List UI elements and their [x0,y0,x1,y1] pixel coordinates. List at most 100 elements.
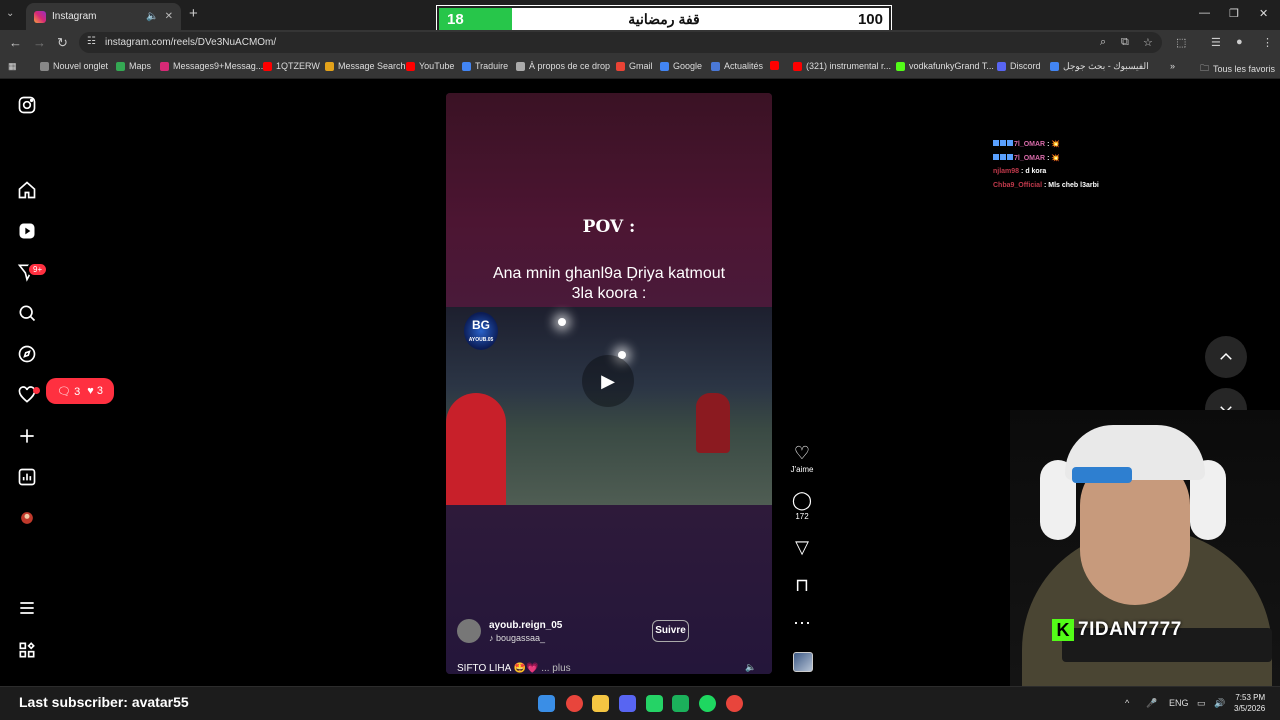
bookmark-item[interactable]: À propos de ce drop [516,61,610,71]
bookmark-item[interactable]: Actualités [711,61,763,71]
reel-author[interactable]: ayoub.reign_05 ♪ bougassaa_ [457,619,562,643]
bookmark-label: Google [673,61,703,71]
chat-app-icon[interactable] [672,695,689,712]
comment-button[interactable]: ◯ 172 [783,490,821,521]
profile-avatar-icon[interactable] [16,508,38,530]
search-icon[interactable] [16,303,38,325]
url-text: instagram.com/reels/DVe3NuACMOm/ [105,37,277,48]
bookmark-item[interactable]: Discord [997,61,1041,71]
file-explorer-icon[interactable] [592,695,609,712]
tab-close-icon[interactable]: ✕ [165,11,173,22]
discord-icon[interactable] [619,695,636,712]
chrome-icon[interactable] [566,695,583,712]
more-menu-icon[interactable] [16,598,38,620]
profile-icon[interactable]: ● [1236,36,1243,48]
caption-line-1: Ana mnin ghanl9a Ḍriya katmout [492,265,726,282]
previous-reel-button[interactable] [1205,336,1247,378]
tab-search-icon[interactable]: ⌄ [6,8,14,19]
bookmark-item[interactable]: YouTube [406,61,454,71]
bookmark-favicon-icon [711,61,720,71]
browser-toolbar: ← → ↻ ☷ instagram.com/reels/DVe3NuACMOm/… [0,30,1280,55]
chat-message: njlam98 : d kora [993,168,1046,175]
more-options-button[interactable]: ⋯ [783,613,821,633]
bookmark-item[interactable]: Gmail [616,61,653,71]
bookmark-item[interactable]: Traduire [462,61,508,71]
reel-caption: Ana mnin ghanl9a Ḍriya katmout 3la koora… [466,264,752,304]
bookmark-favicon-icon [770,61,779,70]
chat-badge-icon [1000,154,1006,160]
more-bookmarks-icon[interactable]: » [1170,61,1175,71]
bookmarks-bar: ▦ Nouvel onglet Maps Messages9+Messag... 1Q… [0,55,1280,79]
spotify-icon[interactable] [699,695,716,712]
dashboard-icon[interactable] [16,467,38,489]
close-window-icon[interactable]: ✕ [1259,7,1268,20]
tab-audio-icon[interactable]: 🔈 [146,11,158,22]
language-indicator[interactable]: ENG [1169,698,1189,708]
description-text: SIFTO LIHA 🤩💗 [457,663,539,674]
bookmark-item[interactable]: vodkafunkyGrand T... [896,61,994,71]
restore-icon[interactable]: ❐ [1229,7,1239,20]
volume-icon[interactable]: 🔊 [1214,698,1225,709]
minimize-icon[interactable]: — [1199,7,1210,19]
bookmark-item[interactable]: Message Search [325,61,406,71]
chat-username: Chba9_Official [993,182,1043,189]
bookmark-favicon-icon [793,61,802,71]
instagram-logo-icon[interactable] [16,95,38,117]
bookmark-label: الفيسبوك - بحث جوجل [1063,61,1149,71]
instagram-favicon-icon [34,10,46,23]
bookmark-item[interactable]: الفيسبوك - بحث جوجل [1050,61,1149,72]
notification-popup[interactable]: 🗨 3 ♥ 3 [46,378,114,404]
channel-logo-sub: AYOUB.05 [468,337,494,343]
forward-icon[interactable]: → [33,35,46,50]
zoom-icon[interactable]: ⌕ [1100,36,1106,49]
bookmark-label: À propos de ce drop [529,61,611,71]
reels-icon[interactable] [16,221,38,243]
extensions-icon[interactable]: ⬚ [1176,36,1186,49]
last-subscriber: Last subscriber: avatar55 [19,694,189,710]
tray-overflow-icon[interactable]: ^ [1125,698,1129,708]
bookmark-item[interactable]: (321) instrumental r... [793,61,891,71]
play-button[interactable]: ▶ [582,355,634,407]
bookmark-item[interactable] [770,61,783,70]
reel-video[interactable]: POV : Ana mnin ghanl9a Ḍriya katmout 3la… [446,93,772,674]
all-bookmarks-button[interactable]: 🗀 Tous les favoris [1200,61,1275,77]
author-username[interactable]: ayoub.reign_05 [489,620,562,631]
save-button[interactable]: ⊓ [783,575,821,595]
chrome-active-icon[interactable] [726,695,743,712]
menu-icon[interactable]: ⋮ [1262,36,1273,49]
bookmark-item[interactable]: Nouvel onglet [40,61,108,71]
back-icon[interactable]: ← [9,35,22,50]
create-plus-icon[interactable] [16,426,38,448]
site-info-icon[interactable]: ☷ [87,36,96,47]
reading-list-icon[interactable]: ☰ [1211,36,1221,49]
start-icon[interactable] [538,695,555,712]
address-bar[interactable]: ☷ instagram.com/reels/DVe3NuACMOm/ [79,32,1162,53]
apps-icon[interactable]: ▦ [8,61,17,72]
reload-icon[interactable]: ↻ [57,35,68,51]
author-avatar[interactable] [457,619,481,643]
tab-instagram[interactable]: Instagram 🔈 ✕ [26,3,181,30]
like-button[interactable]: ♡ J'aime [783,443,821,474]
explore-icon[interactable] [16,344,38,366]
bookmark-item[interactable]: Google [660,61,702,71]
more-link[interactable]: ... plus [541,663,570,674]
bookmark-item[interactable]: Messages9+Messag... [160,61,263,71]
bookmark-star-icon[interactable]: ☆ [1143,36,1153,49]
new-tab-button[interactable]: + [189,5,198,22]
follow-button[interactable]: Suivre [652,620,689,642]
also-from-meta-icon[interactable] [16,640,38,662]
mic-tray-icon[interactable]: 🎤 [1146,698,1157,709]
clock[interactable]: 7:53 PM 3/5/2026 [1234,692,1265,714]
bookmark-item[interactable]: Maps [116,61,151,71]
audio-name[interactable]: ♪ bougassaa_ [489,633,562,643]
audio-thumbnail[interactable] [793,652,813,672]
home-icon[interactable] [16,180,38,202]
network-icon[interactable]: ▭ [1197,698,1206,709]
bookmark-label: (321) instrumental r... [806,61,892,71]
cast-icon[interactable]: ⧉ [1121,36,1129,49]
mute-icon[interactable]: 🔈 [743,659,759,674]
share-button[interactable]: ▽ [783,537,821,557]
whatsapp-icon[interactable] [646,695,663,712]
tab-title: Instagram [52,11,97,22]
bookmark-item[interactable]: 1QTZERW [263,61,320,71]
